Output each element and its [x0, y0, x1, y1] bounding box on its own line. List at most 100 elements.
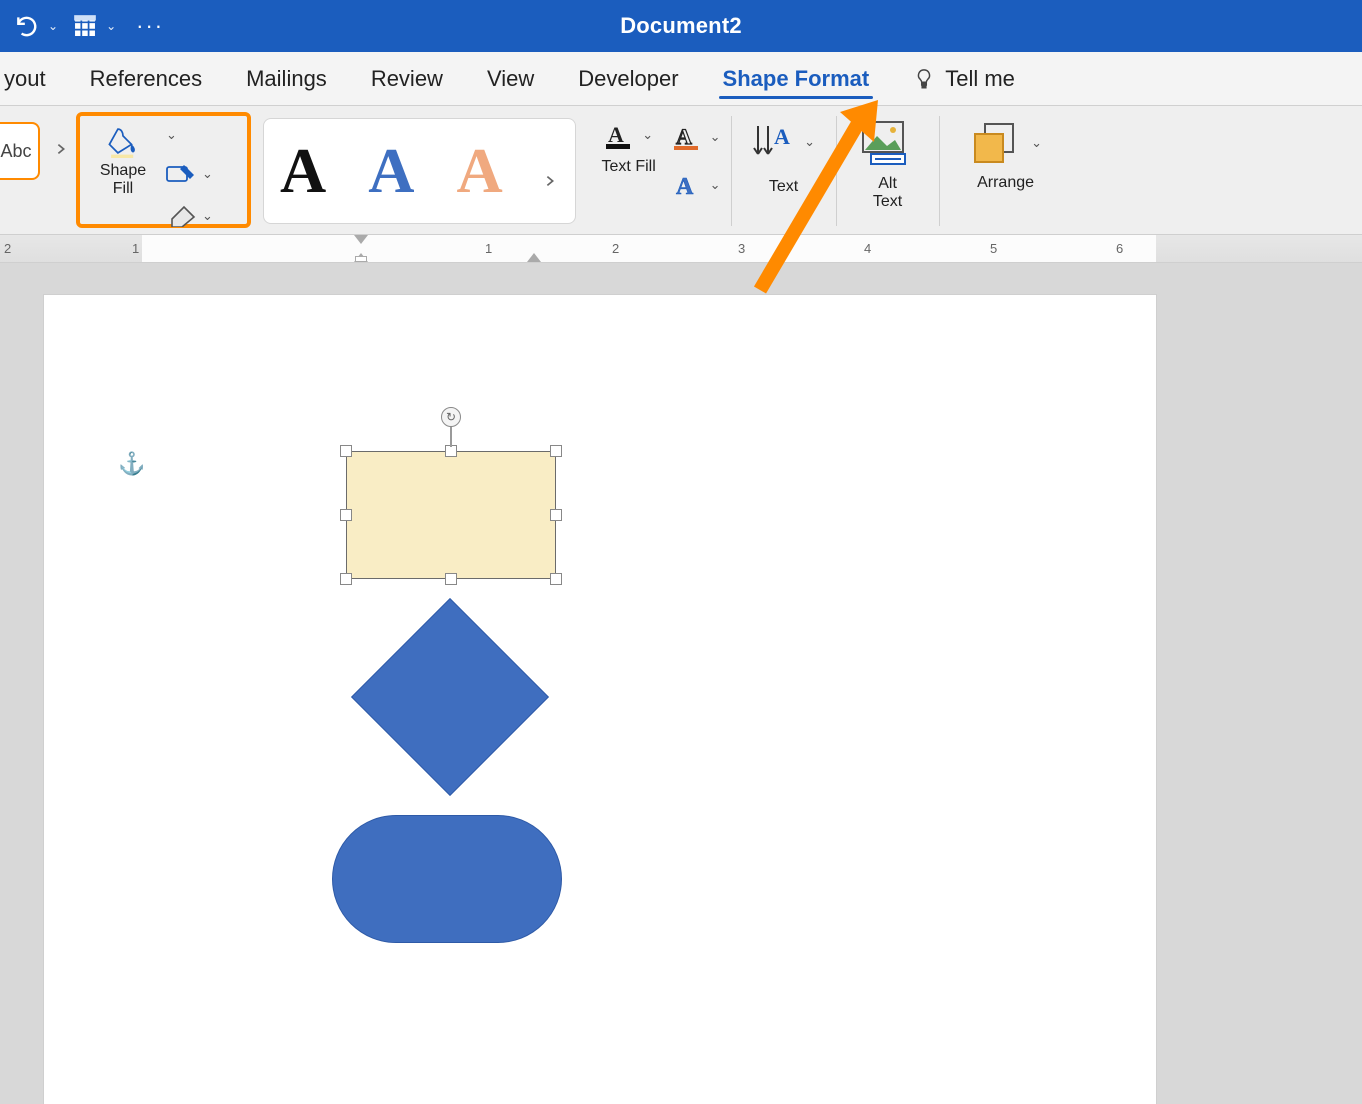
group-divider — [731, 116, 732, 226]
qat-overflow-button[interactable]: ··· — [136, 13, 164, 39]
tab-label: Mailings — [246, 66, 327, 92]
resize-handle-nw[interactable] — [340, 445, 352, 457]
chevron-down-icon: ⌄ — [1031, 135, 1042, 151]
ribbon: Abc Shape Fill ⌄ ⌄ — [0, 106, 1362, 235]
chevron-down-icon: ⌄ — [642, 127, 653, 143]
alt-text-button[interactable] — [861, 120, 915, 169]
resize-handle-ne[interactable] — [550, 445, 562, 457]
tab-shape-format[interactable]: Shape Format — [701, 52, 892, 105]
text-fill-icon: A — [604, 120, 634, 150]
rounded-rectangle-shape[interactable] — [332, 815, 562, 943]
tab-label: View — [487, 66, 534, 92]
shape-outline-caret[interactable]: ⌄ — [202, 166, 213, 182]
page[interactable]: ⚓ ↻ — [44, 295, 1156, 1104]
shape-fill-group-highlighted: Shape Fill ⌄ ⌄ ⌄ — [76, 112, 251, 228]
shape-style-preview[interactable]: Abc — [0, 122, 40, 180]
left-indent-marker[interactable] — [355, 256, 367, 262]
object-anchor-icon: ⚓ — [118, 451, 145, 477]
resize-handle-s[interactable] — [445, 573, 457, 585]
text-outline-button[interactable]: A ⌄ — [672, 122, 721, 152]
table-button[interactable] — [68, 9, 102, 43]
horizontal-ruler[interactable]: 2 1 1 2 3 4 5 6 — [0, 235, 1362, 263]
resize-handle-e[interactable] — [550, 509, 562, 521]
shape-styles-group: Abc — [0, 112, 76, 230]
alt-text-group: Alt Text — [843, 112, 933, 230]
text-fill-button[interactable]: A ⌄ — [604, 120, 653, 150]
group-divider — [939, 116, 940, 226]
group-divider — [836, 116, 837, 226]
title-bar: ⌄ ⌄ ··· Document2 — [0, 0, 1362, 52]
arrange-label: Arrange — [977, 174, 1034, 192]
shape-effects-icon[interactable] — [166, 205, 196, 227]
tab-view[interactable]: View — [465, 52, 556, 105]
shape-effects-caret[interactable]: ⌄ — [202, 208, 213, 224]
picture-icon — [861, 120, 915, 166]
tell-me-label: Tell me — [945, 66, 1015, 92]
tab-developer[interactable]: Developer — [556, 52, 700, 105]
tell-me-search[interactable]: Tell me — [891, 52, 1037, 105]
ruler-number: 2 — [4, 241, 11, 256]
text-fill-label: Text Fill — [602, 158, 656, 176]
text-effects-button[interactable]: A ⌄ — [672, 170, 721, 200]
text-fill-group: A ⌄ Text Fill — [582, 112, 672, 230]
svg-text:A: A — [774, 124, 790, 149]
chevron-down-icon: ⌄ — [804, 134, 815, 150]
text-outline-effects: A ⌄ A ⌄ — [672, 112, 725, 230]
table-dropdown-caret[interactable]: ⌄ — [106, 19, 116, 33]
text-direction-icon: A — [752, 120, 796, 164]
undo-icon — [14, 13, 40, 39]
tab-label: yout — [4, 66, 46, 92]
ruler-number: 1 — [485, 241, 492, 256]
ruler-number: 3 — [738, 241, 745, 256]
first-line-indent-marker[interactable] — [354, 235, 368, 244]
chevron-right-icon[interactable] — [54, 142, 68, 156]
shape-fill-button[interactable]: Shape Fill — [86, 124, 160, 220]
resize-handle-w[interactable] — [340, 509, 352, 521]
text-direction-button[interactable]: A ⌄ — [752, 120, 815, 164]
arrange-icon — [969, 120, 1023, 166]
undo-button[interactable] — [10, 9, 44, 43]
ruler-number: 2 — [612, 241, 619, 256]
undo-dropdown-caret[interactable]: ⌄ — [48, 19, 58, 33]
tab-label: Developer — [578, 66, 678, 92]
text-group-label: Text — [769, 178, 798, 196]
shape-outline-icon[interactable] — [166, 163, 196, 185]
resize-handle-se[interactable] — [550, 573, 562, 585]
tab-mailings[interactable]: Mailings — [224, 52, 349, 105]
resize-handle-sw[interactable] — [340, 573, 352, 585]
document-title: Document2 — [0, 13, 1362, 39]
shape-fill-label: Shape Fill — [100, 162, 146, 198]
wordart-styles-gallery[interactable]: A A A — [263, 118, 576, 224]
tab-label: References — [90, 66, 203, 92]
document-viewport[interactable]: ⚓ ↻ — [0, 263, 1362, 1104]
shape-fill-more[interactable]: ⌄ — [166, 126, 177, 143]
arrange-button[interactable]: ⌄ — [969, 120, 1042, 166]
ruler-number: 4 — [864, 241, 871, 256]
tab-review[interactable]: Review — [349, 52, 465, 105]
text-outline-icon: A — [672, 122, 702, 152]
tab-layout[interactable]: yout — [0, 52, 68, 105]
wordart-style-3[interactable]: A — [450, 134, 508, 208]
paint-bucket-icon — [106, 124, 140, 158]
diamond-shape[interactable] — [351, 598, 549, 796]
svg-text:A: A — [676, 124, 692, 149]
rectangle-shape-selected[interactable] — [346, 451, 556, 579]
text-group: A ⌄ Text — [738, 112, 830, 230]
svg-text:A: A — [608, 122, 624, 147]
ruler-number: 1 — [132, 241, 139, 256]
chevron-down-icon: ⌄ — [710, 177, 721, 193]
wordart-style-2[interactable]: A — [362, 134, 420, 208]
text-effects-icon: A — [672, 170, 702, 200]
wordart-style-1[interactable]: A — [274, 134, 332, 208]
tab-references[interactable]: References — [68, 52, 225, 105]
ribbon-tabs: yout References Mailings Review View Dev… — [0, 52, 1362, 106]
right-indent-marker[interactable] — [527, 253, 541, 262]
rotation-handle[interactable]: ↻ — [441, 407, 461, 427]
ruler-number: 5 — [990, 241, 997, 256]
lightbulb-icon — [913, 68, 935, 90]
quick-access-toolbar: ⌄ ⌄ ··· — [10, 9, 164, 43]
table-icon — [72, 13, 98, 39]
tab-label: Shape Format — [723, 66, 870, 92]
svg-text:A: A — [676, 174, 694, 200]
chevron-right-icon[interactable] — [543, 174, 557, 188]
